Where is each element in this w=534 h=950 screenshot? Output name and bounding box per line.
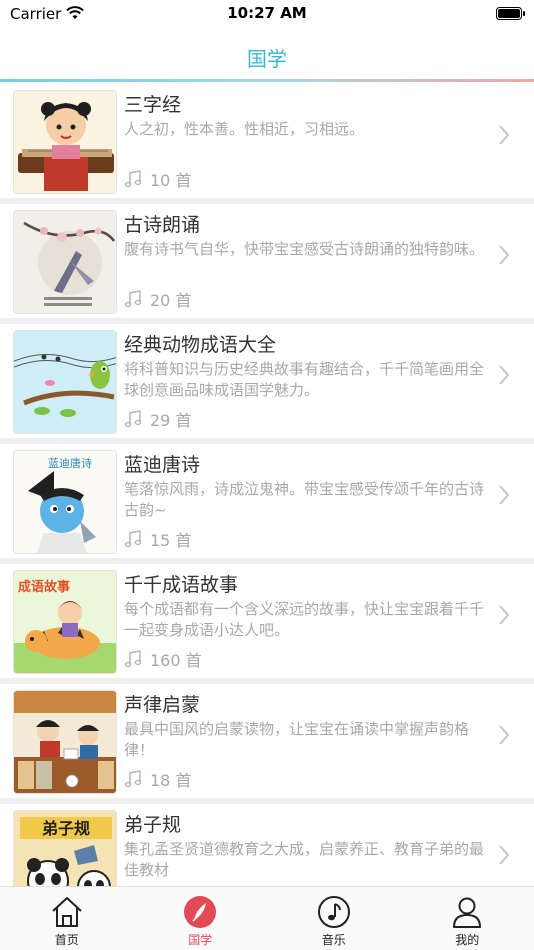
nav-divider (0, 79, 534, 82)
list-item[interactable]: 经典动物成语大全 将科普知识与历史经典故事有趣结合，千千简笔画用全球创意画品味成… (0, 324, 534, 444)
battery-icon (496, 7, 525, 20)
thumbnail-caption: 弟子规 (42, 819, 90, 838)
thumbnail-image: 成语故事 (13, 570, 117, 674)
thumbnail-image: 蓝迪唐诗 (13, 450, 117, 554)
track-count: 160 首 (150, 651, 202, 670)
item-title: 弟子规 (124, 814, 182, 836)
thumbnail-image (13, 210, 117, 314)
list-item[interactable]: 蓝迪唐诗 蓝迪唐诗 笔落惊风雨，诗成泣鬼神。带宝宝感受传颂千年的古诗古韵~ 15… (0, 444, 534, 564)
track-count: 15 首 (150, 531, 192, 550)
item-count: 20 首 (124, 288, 191, 310)
item-description: 腹有诗书气自华，快带宝宝感受古诗朗诵的独特韵味。 (124, 240, 485, 258)
brush-icon (184, 896, 217, 928)
chevron-right-icon (499, 725, 510, 745)
music-icon (124, 170, 142, 188)
home-icon (52, 897, 82, 927)
item-title: 声律启蒙 (124, 694, 201, 716)
music-icon (124, 770, 142, 788)
item-title: 经典动物成语大全 (124, 334, 277, 356)
music-icon (124, 530, 142, 548)
track-count: 18 首 (150, 771, 192, 790)
item-count: 15 首 (124, 528, 191, 550)
course-list[interactable]: 三字经 人之初，性本善。性相近，习相远。 10 首 古诗朗诵 腹有诗书气自华，快… (0, 84, 534, 886)
item-description: 人之初，性本善。性相近，习相远。 (124, 120, 365, 138)
list-item[interactable]: 成语故事 千千成语故事 每个成语都有一个含义深远的故事，快让宝宝跟着千千一起变身… (0, 564, 534, 684)
thumbnail-caption: 蓝迪唐诗 (48, 456, 92, 470)
list-item[interactable]: 弟子规 弟子规 集孔孟圣贤道德教育之大成，启蒙养正、教育子弟的最佳教材 (0, 804, 534, 886)
chevron-right-icon (499, 125, 510, 145)
tab-label: 首页 (54, 933, 79, 947)
chevron-right-icon (499, 365, 510, 385)
status-time: 10:27 AM (227, 4, 307, 22)
list-item[interactable]: 古诗朗诵 腹有诗书气自华，快带宝宝感受古诗朗诵的独特韵味。 20 首 (0, 204, 534, 324)
item-description: 集孔孟圣贤道德教育之大成，启蒙养正、教育子弟的最佳教材 (124, 840, 485, 879)
item-description: 最具中国风的启蒙读物，让宝宝在诵读中掌握声韵格律！ (124, 720, 470, 759)
item-count: 18 首 (124, 768, 191, 790)
music-note-icon (317, 896, 350, 928)
navigation-bar: 国学 (0, 30, 534, 80)
tab-home[interactable]: 首页 (0, 887, 134, 950)
item-title: 古诗朗诵 (124, 214, 201, 236)
list-item[interactable]: 声律启蒙 最具中国风的启蒙读物，让宝宝在诵读中掌握声韵格律！ 18 首 (0, 684, 534, 804)
item-count: 10 首 (124, 168, 191, 190)
item-count: 160 首 (124, 648, 202, 670)
thumbnail-image (13, 330, 117, 434)
tab-label: 音乐 (321, 933, 346, 947)
list-item[interactable]: 三字经 人之初，性本善。性相近，习相远。 10 首 (0, 84, 534, 204)
person-icon (453, 897, 482, 928)
item-count: 29 首 (124, 408, 191, 430)
item-description: 每个成语都有一个含义深远的故事，快让宝宝跟着千千一起变身成语小达人吧。 (124, 600, 485, 639)
thumbnail-image (13, 90, 117, 194)
track-count: 10 首 (150, 171, 192, 190)
tab-label: 国学 (188, 933, 213, 947)
music-icon (124, 410, 142, 428)
chevron-right-icon (499, 605, 510, 625)
page-title: 国学 (247, 47, 287, 71)
track-count: 29 首 (150, 411, 192, 430)
tab-guoxue[interactable]: 国学 (134, 887, 268, 950)
item-title: 千千成语故事 (124, 574, 239, 596)
music-icon (124, 290, 142, 308)
tab-label: 我的 (455, 933, 480, 947)
tab-music[interactable]: 音乐 (267, 887, 401, 950)
chevron-right-icon (499, 845, 510, 865)
item-title: 三字经 (124, 94, 182, 116)
tab-profile[interactable]: 我的 (401, 887, 534, 950)
thumbnail-caption: 成语故事 (18, 579, 70, 595)
item-title: 蓝迪唐诗 (124, 454, 201, 476)
chevron-right-icon (499, 485, 510, 505)
item-description: 笔落惊风雨，诗成泣鬼神。带宝宝感受传颂千年的古诗古韵~ (124, 480, 485, 519)
chevron-right-icon (499, 245, 510, 265)
tab-bar: 首页 国学 音乐 我的 (0, 886, 534, 950)
item-description: 将科普知识与历史经典故事有趣结合，千千简笔画用全球创意画品味成语国学魅力。 (124, 360, 485, 399)
thumbnail-image (13, 690, 117, 794)
status-bar: Carrier 10:27 AM (0, 0, 534, 30)
track-count: 20 首 (150, 291, 192, 310)
thumbnail-image: 弟子规 (13, 810, 117, 886)
music-icon (124, 650, 142, 668)
